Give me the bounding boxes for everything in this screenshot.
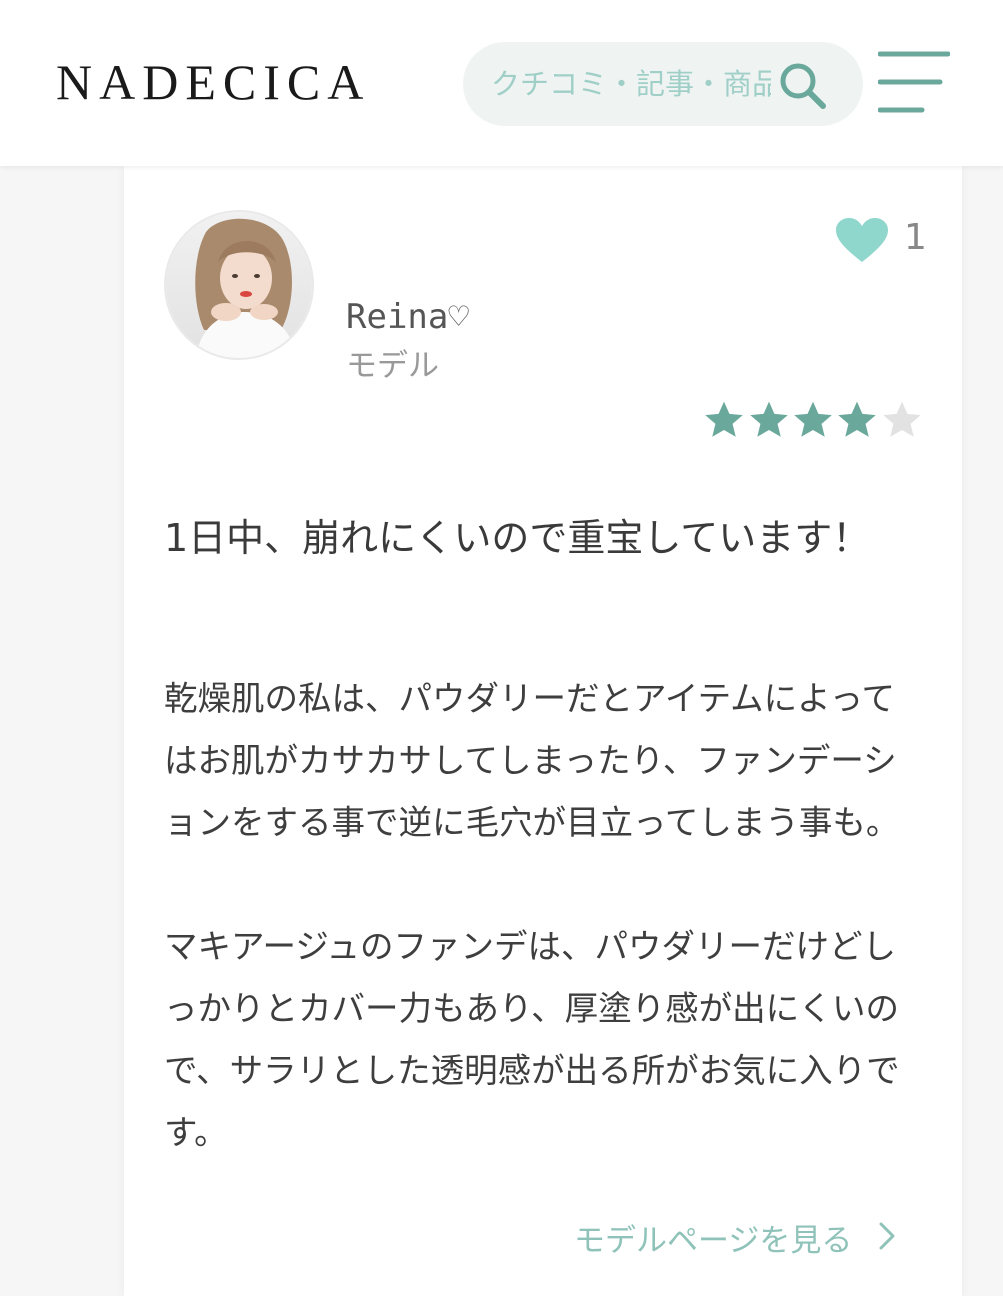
search-input[interactable] xyxy=(491,62,771,106)
model-page-link-label: モデルページを見る xyxy=(574,1223,853,1259)
site-logo[interactable]: NADECICA xyxy=(56,52,370,112)
search-icon[interactable] xyxy=(775,58,831,114)
star-icon xyxy=(835,398,879,442)
author-avatar[interactable] xyxy=(164,210,314,360)
heart-icon[interactable] xyxy=(836,218,888,264)
review-card: 1 Reina♡ モデル 1日中、崩れにくいので重宝しています！ 乾燥肌の私は、… xyxy=(124,166,962,1296)
star-rating xyxy=(702,398,924,444)
menu-icon[interactable] xyxy=(877,48,951,120)
search-bar[interactable] xyxy=(463,42,863,126)
star-icon xyxy=(791,398,835,442)
model-page-link[interactable]: モデルページを見る xyxy=(574,1216,934,1266)
like-count: 1 xyxy=(904,217,927,258)
review-paragraph: 乾燥肌の私は、パウダリーだとアイテムによってはお肌がカサカサしてしまったり、ファ… xyxy=(164,679,900,842)
author-role: モデル xyxy=(346,348,439,384)
star-icon xyxy=(702,398,746,442)
review-body: 乾燥肌の私は、パウダリーだとアイテムによってはお肌がカサカサしてしまったり、ファ… xyxy=(164,668,924,1226)
site-header: NADECICA xyxy=(0,0,1003,166)
star-icon xyxy=(746,398,790,442)
chevron-right-icon xyxy=(878,1216,896,1266)
author-name[interactable]: Reina♡ xyxy=(346,294,469,340)
review-paragraph: マキアージュのファンデは、パウダリーだけどしっかりとカバー力もあり、厚塗り感が出… xyxy=(164,927,900,1152)
review-title: 1日中、崩れにくいので重宝しています！ xyxy=(164,516,871,560)
star-icon xyxy=(880,398,924,442)
